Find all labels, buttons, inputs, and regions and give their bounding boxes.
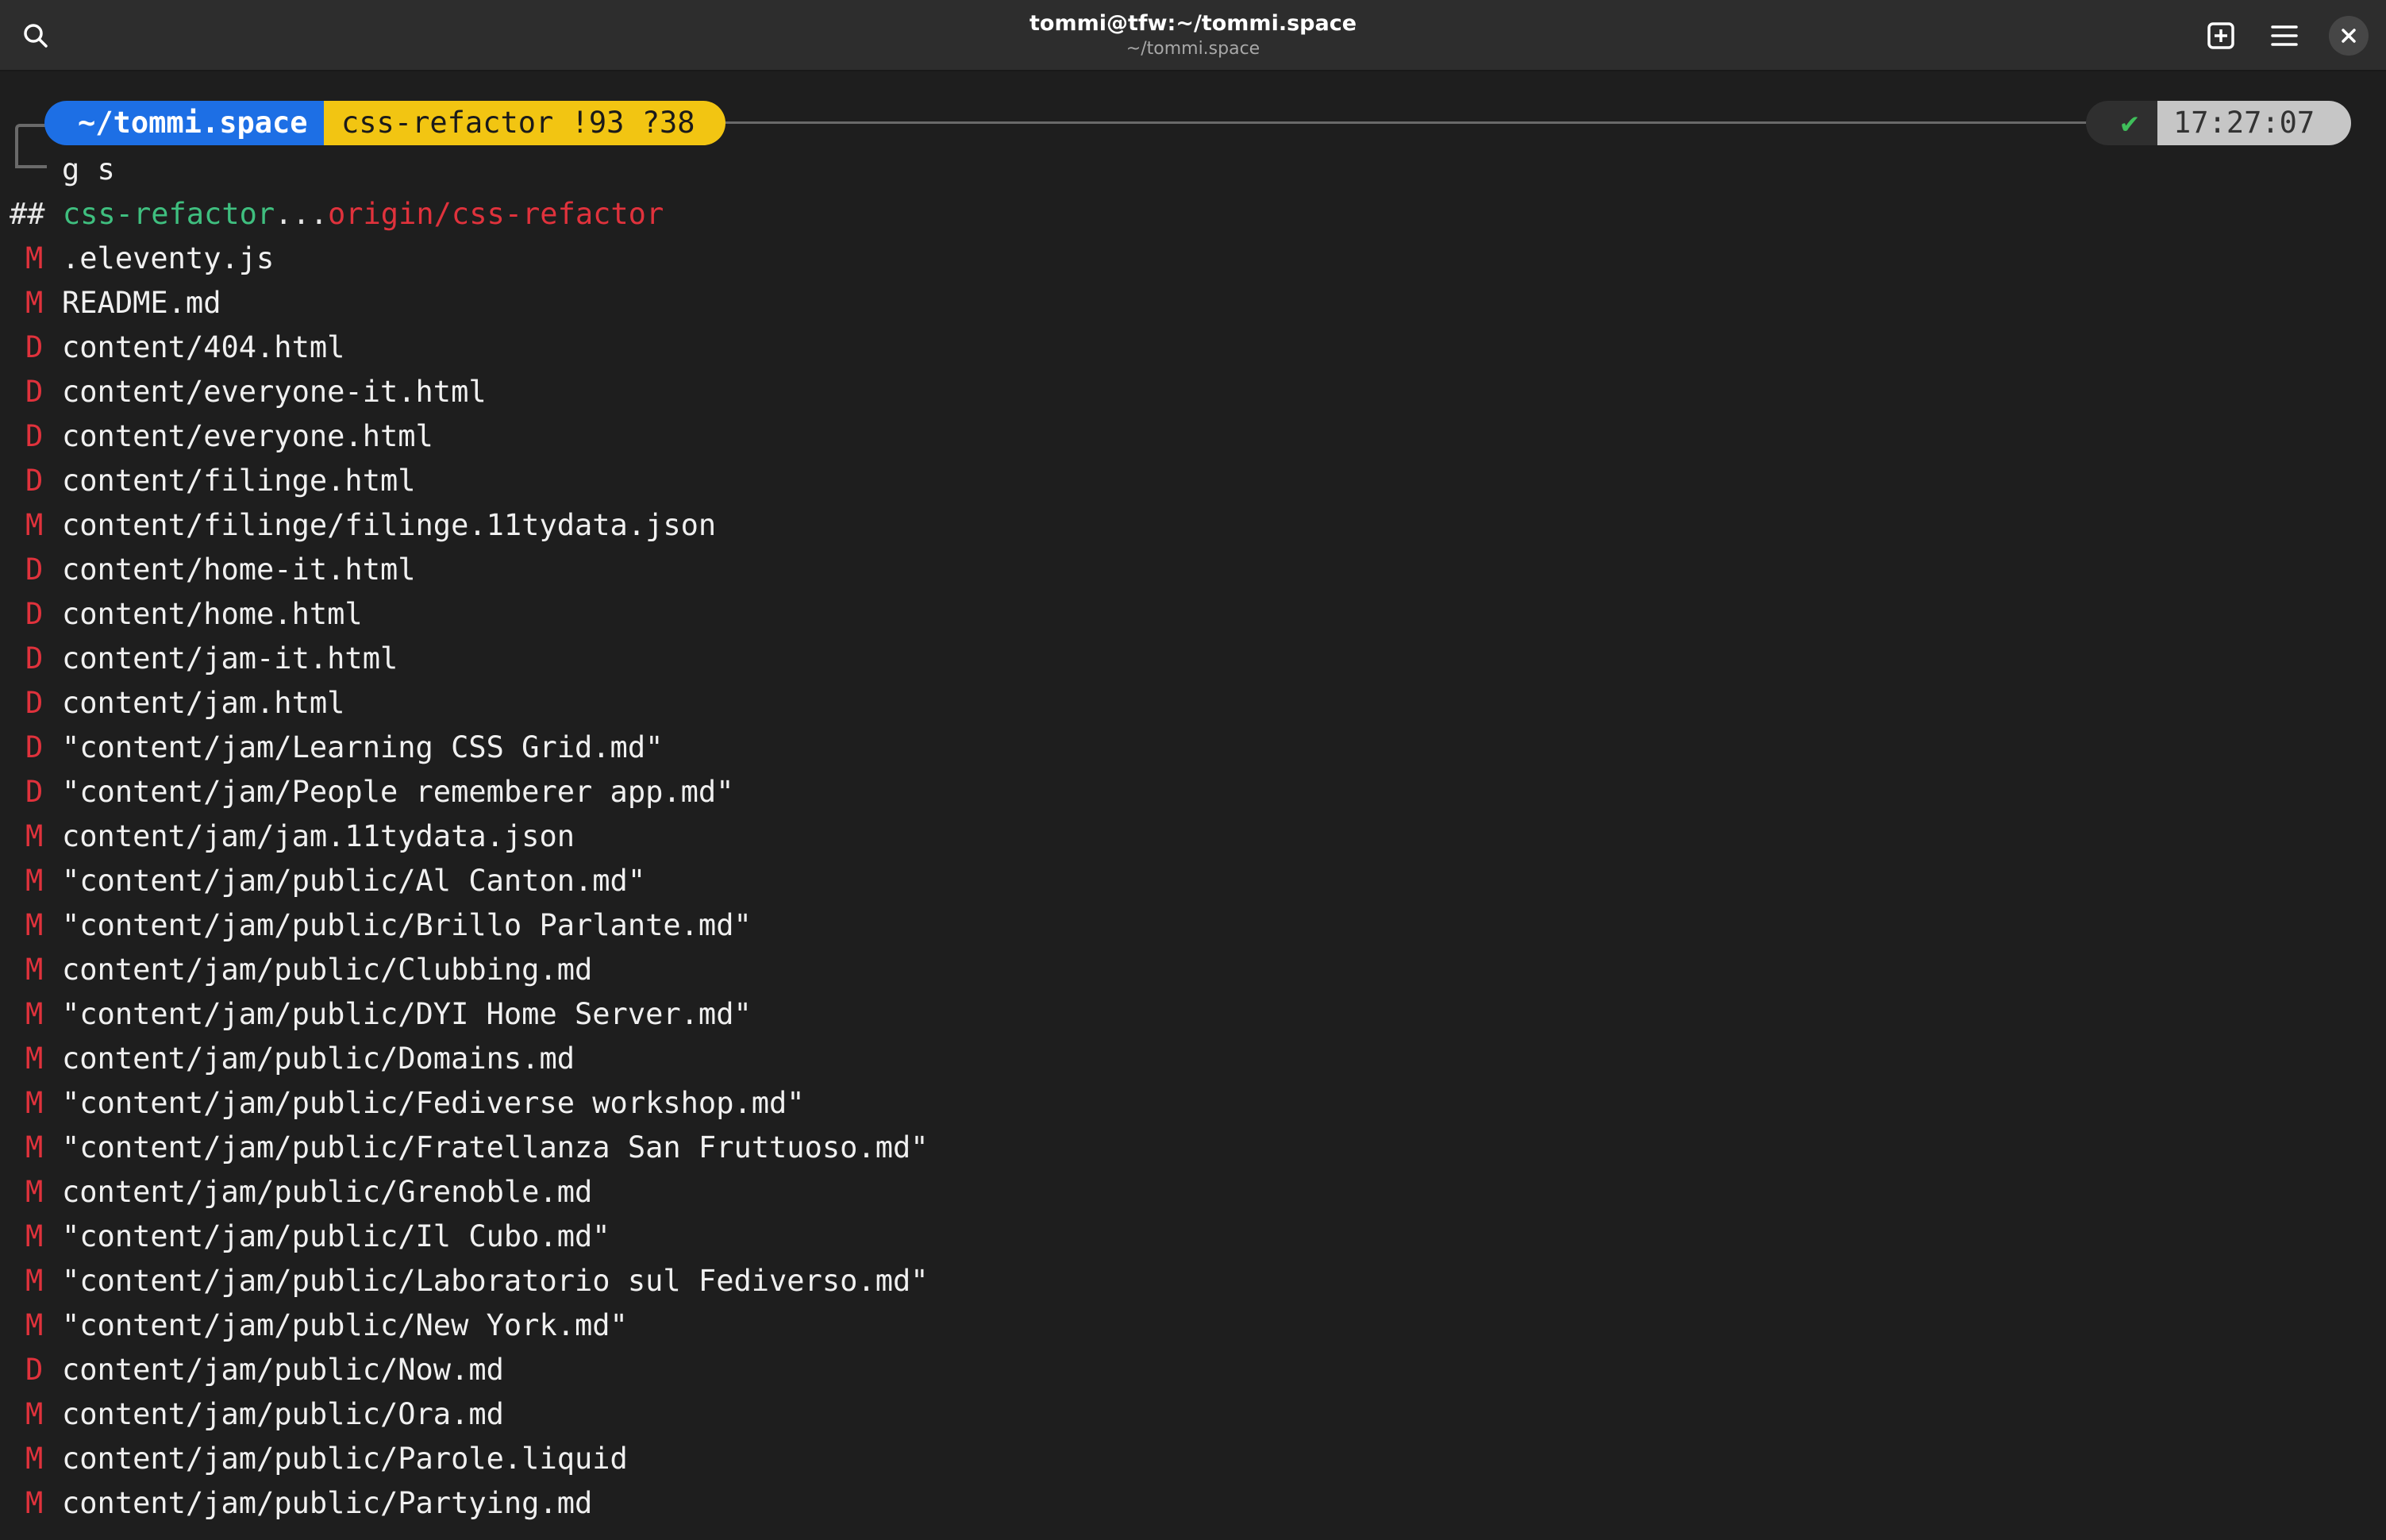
file-path: content/filinge.html: [62, 464, 416, 498]
file-status-flag: M: [25, 1086, 44, 1120]
terminal-output[interactable]: ~/tommi.space css-refactor !93 ?38 ✔ 17:…: [0, 71, 2386, 1540]
file-path: content/jam/public/Ora.md: [62, 1397, 504, 1431]
file-status-flag: D: [25, 552, 44, 587]
header-bar: tommi@tfw:~/tommi.space ~/tommi.space: [0, 0, 2386, 71]
prompt-frame-top: [15, 124, 47, 160]
file-status-flag: D: [25, 375, 44, 409]
prompt-directory: ~/tommi.space: [44, 101, 324, 145]
file-path: content/jam/public/Domains.md: [62, 1041, 575, 1076]
file-path: "content/jam/People rememberer app.md": [62, 775, 734, 809]
file-path: "content/jam/public/New York.md": [62, 1308, 628, 1342]
file-status-flag: D: [25, 464, 44, 498]
file-status-flag: D: [25, 686, 44, 720]
file-path: "content/jam/public/Fratellanza San Frut…: [62, 1130, 929, 1165]
file-path: README.md: [62, 286, 221, 320]
file-path: "content/jam/Learning CSS Grid.md": [62, 730, 664, 764]
file-path: content/jam.html: [62, 686, 345, 720]
branch-local: css-refactor: [62, 197, 275, 231]
file-status-flag: D: [25, 330, 44, 364]
file-status-flag: M: [25, 1486, 44, 1520]
file-status-flag: D: [25, 775, 44, 809]
file-status-flag: M: [25, 864, 44, 898]
file-status-flag: M: [25, 1308, 44, 1342]
new-tab-button[interactable]: [2199, 13, 2243, 58]
file-status-flag: D: [25, 730, 44, 764]
file-status-flag: M: [25, 1130, 44, 1165]
file-path: content/jam-it.html: [62, 641, 398, 676]
file-path: content/jam/public/Partying.md: [62, 1486, 593, 1520]
file-status-flag: M: [25, 953, 44, 987]
file-status-flag: D: [25, 419, 44, 453]
prompt-time: 17:27:07: [2157, 101, 2351, 145]
file-path: content/jam/public/Now.md: [62, 1353, 504, 1387]
close-window-button[interactable]: [2329, 16, 2369, 56]
file-status-flag: M: [25, 1219, 44, 1253]
window-title: tommi@tfw:~/tommi.space: [1029, 11, 1357, 36]
command-text: g s: [62, 152, 115, 187]
file-status-flag: M: [25, 819, 44, 853]
file-status-flag: M: [25, 1041, 44, 1076]
file-status-flag: M: [25, 1442, 44, 1476]
file-path: .eleventy.js: [62, 241, 275, 275]
window-subtitle: ~/tommi.space: [1126, 39, 1260, 59]
file-path: content/jam/public/Clubbing.md: [62, 953, 593, 987]
file-path: content/404.html: [62, 330, 345, 364]
file-path: "content/jam/public/DYI Home Server.md": [62, 997, 752, 1031]
prompt-frame-bottom: [15, 157, 47, 168]
file-path: content/everyone-it.html: [62, 375, 487, 409]
window-title-block: tommi@tfw:~/tommi.space ~/tommi.space: [794, 10, 1592, 60]
file-path: content/jam/public/Grenoble.md: [62, 1175, 593, 1209]
file-path: content/home-it.html: [62, 552, 416, 587]
file-status-flag: M: [25, 241, 44, 275]
main-menu-button[interactable]: [2262, 13, 2307, 58]
file-path: "content/jam/public/Al Canton.md": [62, 864, 646, 898]
file-path: content/filinge/filinge.11tydata.json: [62, 508, 717, 542]
prompt-status-ok-icon: ✔: [2086, 101, 2157, 145]
file-status-flag: M: [25, 1397, 44, 1431]
search-icon: [24, 24, 48, 48]
file-status-flag: D: [25, 1353, 44, 1387]
file-path: content/jam/public/Parole.liquid: [62, 1442, 628, 1476]
branch-remote: origin/css-refactor: [327, 197, 664, 231]
file-status-flag: D: [25, 641, 44, 676]
branch-line: ## css-refactor...origin/css-refactor: [10, 192, 664, 237]
file-status-flag: M: [25, 1264, 44, 1298]
close-icon: [2342, 29, 2356, 43]
file-status-flag: D: [25, 597, 44, 631]
branch-separator: ...: [275, 197, 328, 231]
file-path: "content/jam/public/Brillo Parlante.md": [62, 908, 752, 942]
file-path: "content/jam/public/Il Cubo.md": [62, 1219, 610, 1253]
hamburger-menu-icon: [2271, 25, 2298, 46]
search-button[interactable]: [13, 13, 58, 58]
file-status-flag: M: [25, 1175, 44, 1209]
file-path: content/jam/jam.11tydata.json: [62, 819, 575, 853]
file-status-flag: M: [25, 286, 44, 320]
file-status-flag: M: [25, 508, 44, 542]
branch-marker: ##: [10, 197, 45, 231]
file-status-flag: M: [25, 908, 44, 942]
file-path: content/everyone.html: [62, 419, 433, 453]
file-path: "content/jam/public/Laboratorio sul Fedi…: [62, 1264, 929, 1298]
prompt-git-status: css-refactor !93 ?38: [324, 101, 725, 145]
file-path: content/home.html: [62, 597, 363, 631]
file-path: "content/jam/public/Fediverse workshop.m…: [62, 1086, 805, 1120]
file-status-flag: M: [25, 997, 44, 1031]
new-tab-icon: [2207, 22, 2234, 49]
prompt-rail: [714, 121, 2095, 124]
